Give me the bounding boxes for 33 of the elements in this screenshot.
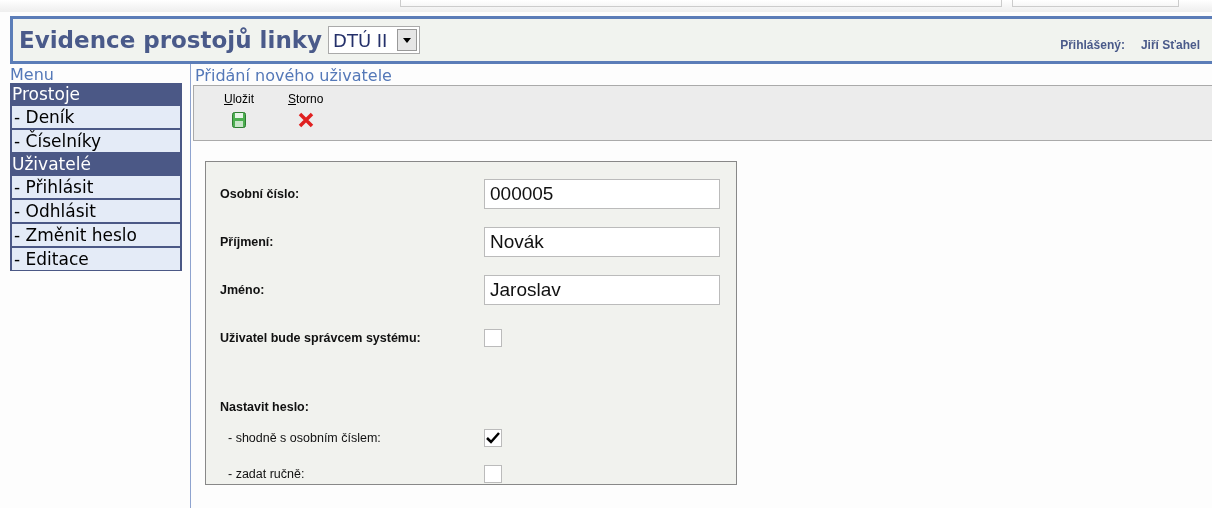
input-field[interactable] <box>400 0 1002 7</box>
line-dropdown[interactable]: DTÚ II <box>328 26 421 54</box>
menu-item[interactable]: - Odhlásit <box>10 199 182 223</box>
login-label: Přihlášený: <box>1060 38 1125 52</box>
menu-heading: Menu <box>10 67 55 83</box>
input-field[interactable]: Novák <box>484 227 720 257</box>
field-label: Osobní číslo: <box>220 187 301 201</box>
input-field[interactable]: Jaroslav <box>484 275 720 305</box>
field-label: Uživatel bude správcem systému: <box>220 331 422 345</box>
menu-section[interactable]: Prostoje <box>10 83 182 105</box>
checkbox[interactable] <box>484 429 502 447</box>
input-field[interactable]: 000005 <box>484 179 720 209</box>
menu-item[interactable]: - Deník <box>10 105 182 129</box>
user-name: Jiří Sťahel <box>1140 38 1200 52</box>
save-button[interactable]: Uložit <box>220 86 258 140</box>
field-label: - zadat ručně: <box>227 467 306 481</box>
close-icon <box>297 112 314 128</box>
menu-item[interactable]: - Editace <box>10 247 182 271</box>
dropdown-arrow-icon <box>403 37 412 43</box>
checkbox[interactable] <box>484 465 502 483</box>
field-label: Nastavit heslo: <box>220 400 310 414</box>
field-label: Příjmení: <box>220 235 275 249</box>
field-label: - shodně s osobním číslem: <box>227 431 382 445</box>
page-title: Přidání nového uživatele <box>194 67 393 85</box>
cancel-button[interactable]: Storno <box>284 86 328 140</box>
field-label: Jméno: <box>220 283 266 297</box>
app-title: Evidence prostojů linky <box>19 27 323 53</box>
menu-item[interactable]: - Číselníky <box>10 129 182 153</box>
menu-item[interactable]: - Přihlásit <box>10 175 182 199</box>
checkbox[interactable] <box>484 329 502 347</box>
menu-item[interactable]: - Změnit heslo <box>10 223 182 247</box>
input-field[interactable] <box>1012 0 1179 7</box>
menu-section[interactable]: Uživatelé <box>10 153 182 175</box>
